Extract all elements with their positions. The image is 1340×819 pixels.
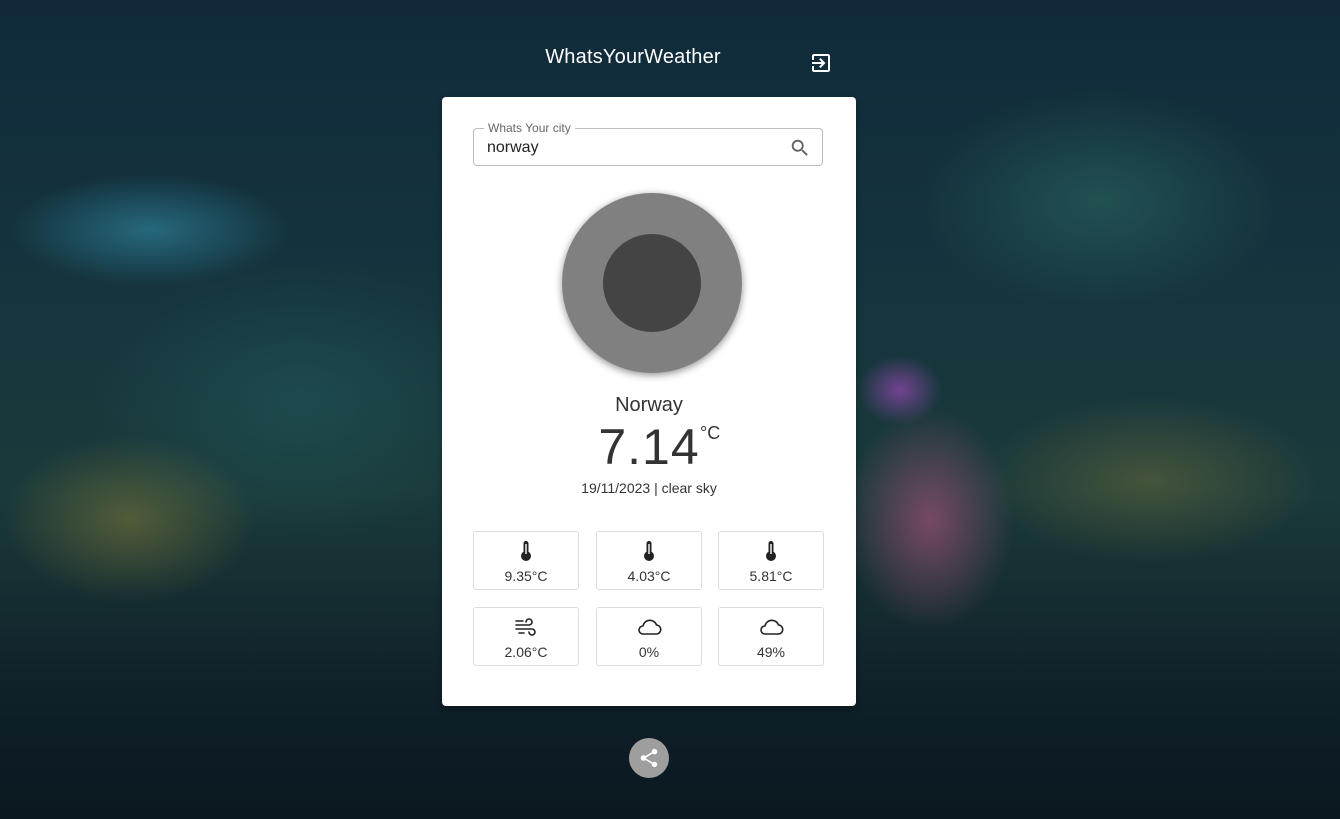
temperature-unit: °C [700, 423, 721, 443]
logout-button[interactable] [809, 51, 833, 75]
temperature-display: 7.14 °C [442, 419, 856, 475]
city-search-label: Whats Your city [484, 121, 575, 135]
detail-tile-wind: 2.06°C [473, 607, 579, 666]
city-name: Norway [615, 394, 683, 416]
wind-icon [515, 618, 536, 636]
share-button[interactable] [629, 738, 669, 778]
weather-condition-image-center [603, 234, 701, 332]
detail-value: 2.06°C [504, 644, 548, 660]
detail-value: 5.81°C [749, 568, 793, 584]
detail-value: 4.03°C [627, 568, 671, 584]
thermometer-icon [644, 541, 654, 561]
thermometer-icon [766, 541, 776, 561]
thermometer-icon [521, 541, 531, 561]
weather-card: Whats Your city Norway 7.14 °C 19/11/202… [442, 97, 856, 706]
date-and-description: 19/11/2023 | clear sky [581, 480, 717, 496]
detail-value: 0% [638, 644, 660, 660]
detail-value: 49% [756, 644, 786, 660]
detail-value: 9.35°C [504, 568, 548, 584]
detail-tile-cloud-b: 49% [718, 607, 824, 666]
city-search-field[interactable]: Whats Your city [473, 121, 823, 166]
temperature-value: 7.14 [598, 419, 700, 475]
detail-tile-temp-max: 9.35°C [473, 531, 579, 590]
weather-condition-image [562, 193, 742, 373]
logout-icon [812, 54, 830, 72]
detail-tile-cloud-a: 0% [596, 607, 702, 666]
detail-tile-feels-like: 5.81°C [718, 531, 824, 590]
search-icon[interactable] [789, 137, 811, 159]
city-search-input[interactable] [487, 137, 777, 159]
detail-tile-temp-min: 4.03°C [596, 531, 702, 590]
cloud-icon [638, 619, 662, 635]
cloud-icon [760, 619, 784, 635]
share-icon [640, 748, 658, 768]
app-title: WhatsYourWeather [545, 46, 721, 68]
